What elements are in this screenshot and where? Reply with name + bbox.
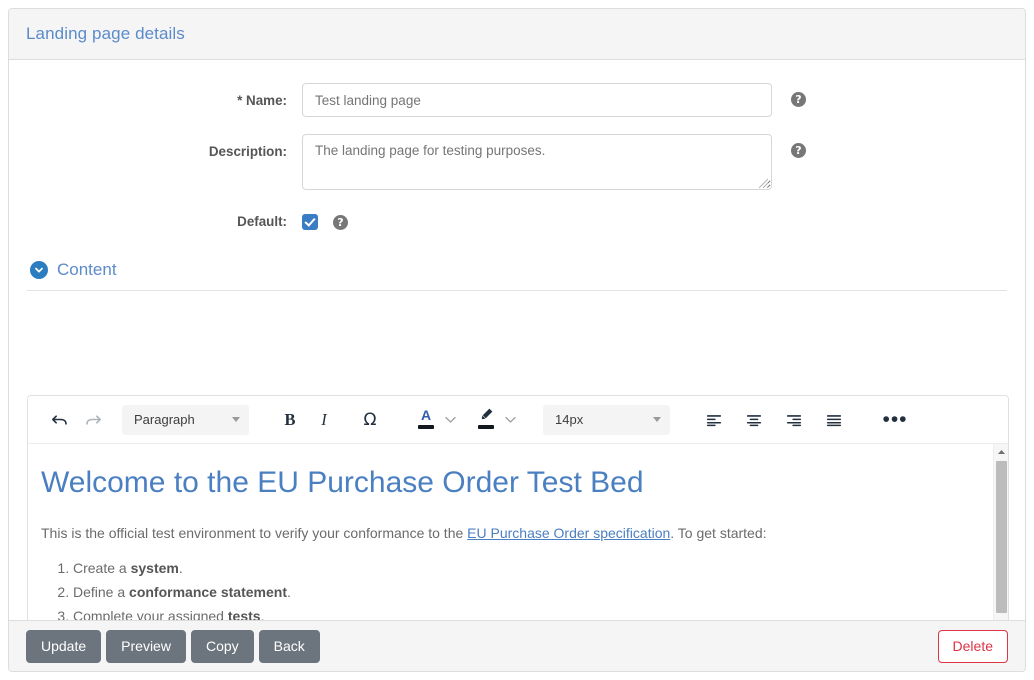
description-row: Description: The landing page for testin… [9, 134, 1025, 195]
update-button[interactable]: Update [26, 629, 102, 663]
step-text-before: Define a [73, 583, 130, 600]
list-item: Create a system. [73, 558, 978, 579]
align-justify-icon[interactable] [814, 405, 854, 435]
bold-glyph: B [284, 409, 296, 429]
delete-button[interactable]: Delete [937, 629, 1008, 663]
panel-body: * Name: ? Description: The landing page … [9, 83, 1025, 671]
preview-button[interactable]: Preview [106, 629, 186, 663]
text-color-swatch [418, 424, 434, 429]
special-character-button[interactable]: Ω [353, 405, 387, 435]
content-section-title: Content [57, 259, 117, 279]
align-left-icon[interactable] [694, 405, 734, 435]
step-bold-term: system [130, 559, 179, 576]
spec-link[interactable]: EU Purchase Order specification [467, 525, 670, 541]
steps-list: Create a system. Define a conformance st… [41, 558, 978, 627]
undo-icon[interactable] [42, 405, 76, 435]
omega-glyph: Ω [363, 409, 377, 430]
highlight-pen-icon[interactable] [471, 405, 501, 435]
intro-text-after: . To get started: [670, 524, 767, 541]
text-color-letter: A [420, 406, 432, 423]
step-text-after: . [286, 583, 291, 600]
step-text-after: . [178, 559, 183, 576]
font-size-select[interactable]: 14px [543, 404, 670, 435]
help-circle-icon-description[interactable]: ? [791, 143, 806, 158]
step-bold-term: conformance statement [129, 583, 287, 600]
copy-button[interactable]: Copy [190, 629, 254, 663]
name-label: * Name: [237, 93, 287, 108]
italic-button[interactable]: I [307, 405, 341, 435]
section-divider [27, 289, 1007, 291]
align-right-icon[interactable] [774, 405, 814, 435]
name-row: * Name: ? [9, 83, 1025, 117]
content-section-header[interactable]: Content [9, 260, 1025, 280]
redo-icon[interactable] [76, 405, 110, 435]
text-color-dropdown-icon[interactable] [441, 405, 459, 435]
back-button[interactable]: Back [258, 629, 320, 663]
default-checkbox[interactable] [302, 214, 318, 231]
help-circle-icon-default[interactable]: ? [333, 214, 348, 230]
default-label: Default: [237, 214, 287, 229]
landing-page-details-panel: Landing page details * Name: ? Descripti… [8, 8, 1026, 672]
document-heading: Welcome to the EU Purchase Order Test Be… [41, 466, 644, 499]
chevron-down-icon-font-size [653, 417, 661, 422]
page-title: Landing page details [26, 24, 185, 43]
block-format-select[interactable]: Paragraph [122, 404, 249, 435]
highlight-color-swatch [478, 424, 494, 429]
default-row: Default: ? [9, 213, 1025, 232]
text-color-icon[interactable]: A [411, 405, 441, 435]
panel-header: Landing page details [9, 9, 1025, 60]
chevron-down-circle-icon[interactable] [30, 260, 48, 279]
step-text-before: Create a [73, 559, 131, 576]
italic-glyph: I [321, 409, 327, 429]
highlight-dropdown-icon[interactable] [501, 405, 519, 435]
name-input[interactable] [302, 83, 772, 117]
ellipsis-glyph: ••• [882, 407, 908, 431]
panel-footer: Update Preview Copy Back Delete [9, 620, 1025, 671]
editor-toolbar: Paragraph B I Ω A 14px ••• [28, 396, 1008, 444]
list-item: Define a conformance statement. [73, 582, 978, 603]
chevron-down-icon-block-format [232, 417, 240, 422]
block-format-value: Paragraph [134, 412, 195, 427]
scroll-up-arrow-icon[interactable] [994, 444, 1008, 460]
font-size-value: 14px [555, 412, 584, 427]
scrollbar-thumb[interactable] [996, 461, 1007, 613]
help-circle-icon-name[interactable]: ? [791, 92, 806, 107]
description-textarea[interactable]: The landing page for testing purposes. [302, 134, 772, 190]
document-intro-paragraph: This is the official test environment to… [41, 523, 978, 544]
description-label: Description: [208, 144, 287, 159]
align-center-icon[interactable] [734, 405, 774, 435]
bold-button[interactable]: B [273, 405, 307, 435]
intro-text-before: This is the official test environment to… [41, 524, 468, 541]
more-options-icon[interactable]: ••• [878, 405, 912, 435]
